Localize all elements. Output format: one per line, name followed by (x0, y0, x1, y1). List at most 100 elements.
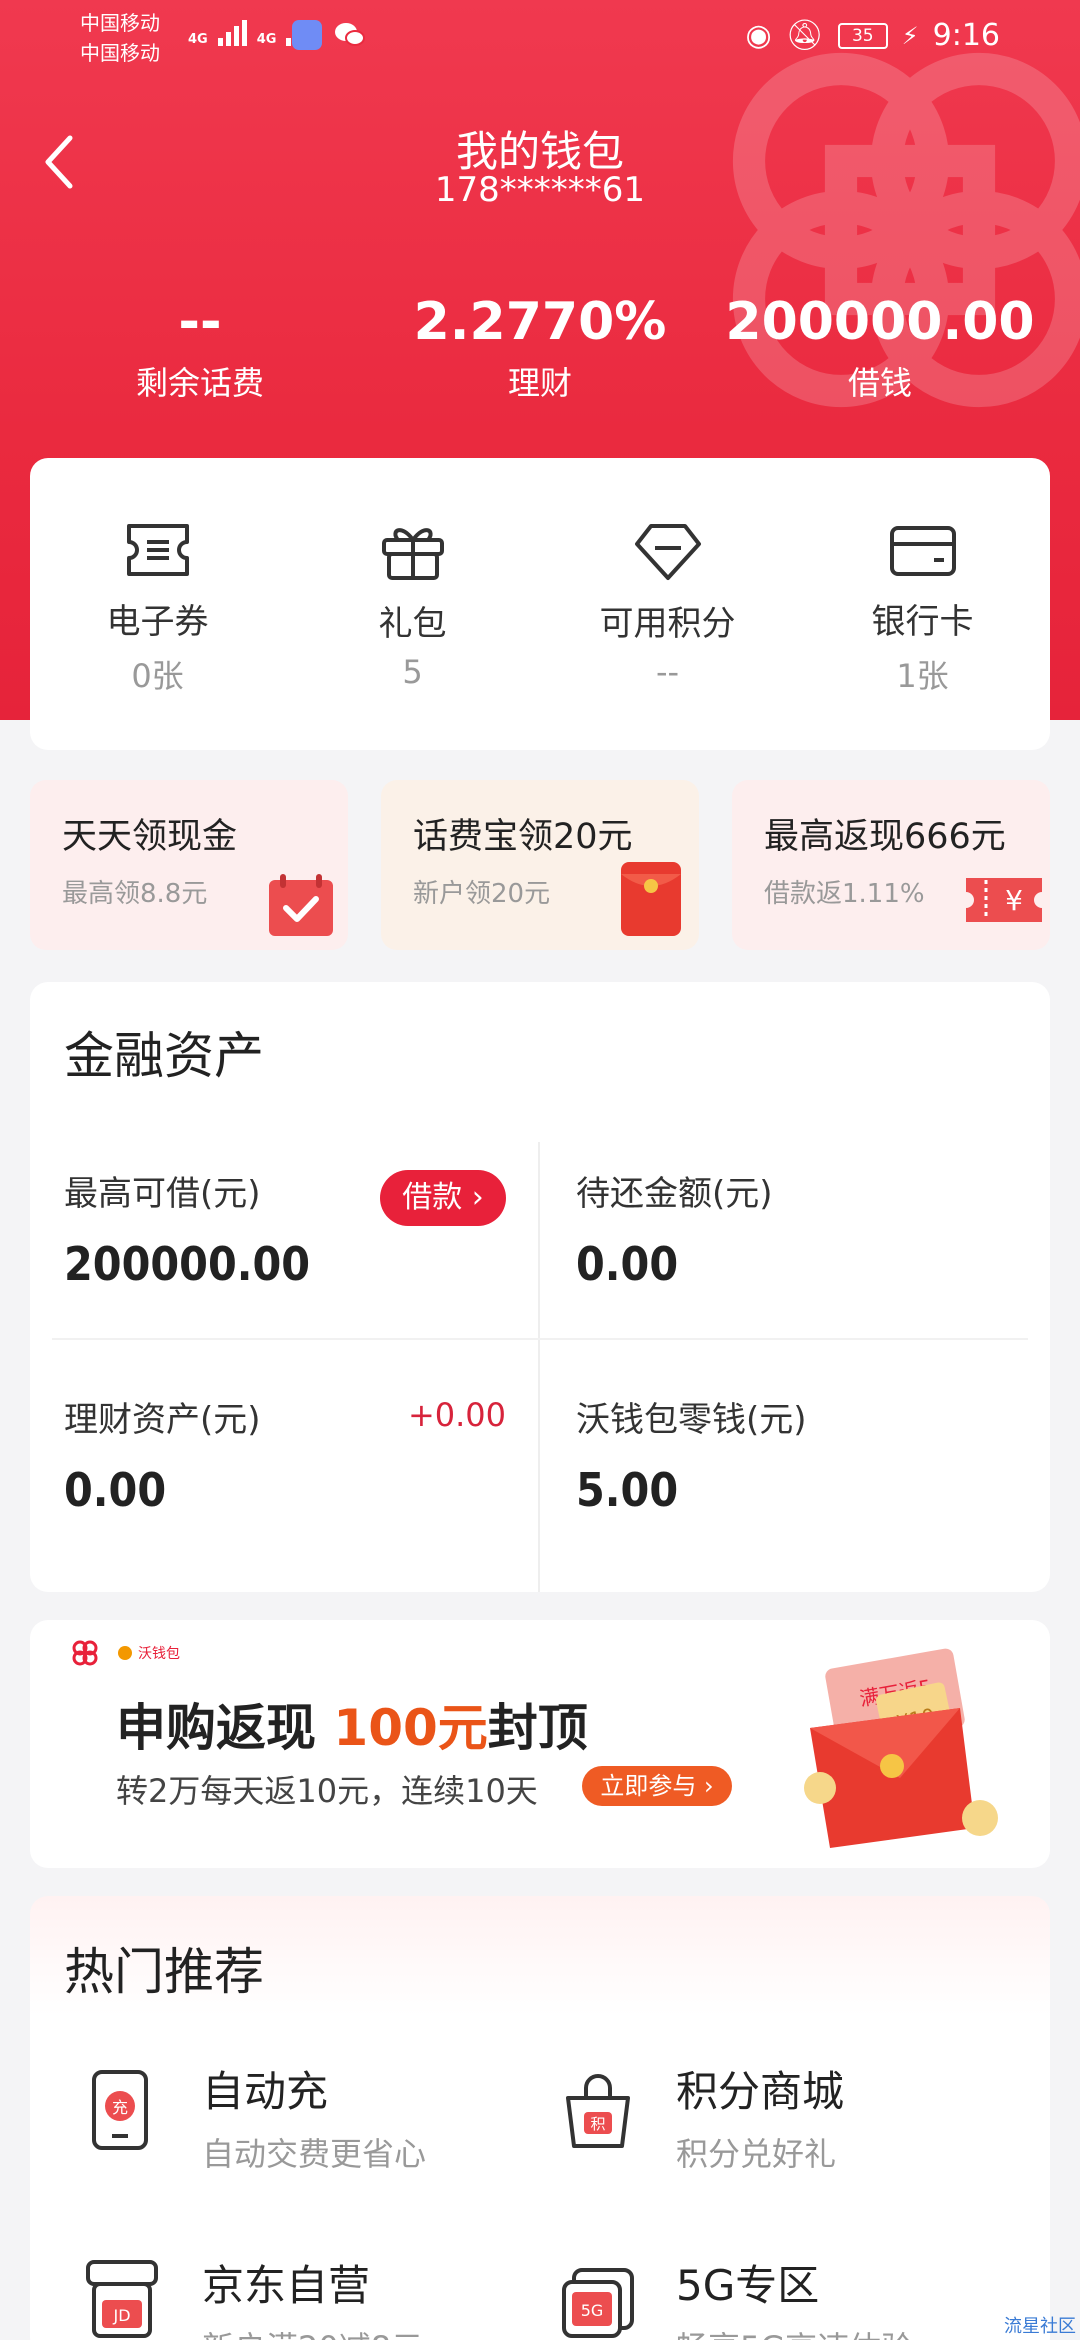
stat-label: 借钱 (847, 364, 912, 402)
hot-item-sub: 积分兑好礼 (676, 2135, 837, 2173)
hot-item-name: 5G专区 (676, 2261, 820, 2310)
divider (538, 1142, 540, 1592)
unicom-logo-icon (72, 1640, 98, 1666)
yen-ticket-icon: ¥ (966, 878, 1042, 922)
icon-badge: 充 (112, 2098, 128, 2117)
quick-item-points[interactable]: 可用积分 -- (540, 520, 795, 691)
red-envelope-icon (621, 862, 681, 936)
banner-title-highlight: 100元 (333, 1699, 488, 1757)
loan-button-label: 借款 (402, 1180, 463, 1215)
carrier-1: 中国移动 (80, 11, 160, 35)
hot-item-sub: 自动交费更省心 (202, 2135, 427, 2173)
clock: 9:16 (932, 18, 1000, 53)
calendar-check-icon (269, 874, 333, 936)
quick-item-value: 0张 (131, 657, 184, 695)
promo-cashback[interactable]: 最高返现666元 借款返1.11% ¥ (732, 780, 1050, 950)
fin-amount: 200000.00 (64, 1237, 311, 1291)
5g-icon: 5G (562, 2268, 634, 2338)
promo-title: 天天领现金 (62, 817, 238, 857)
stat-finance[interactable]: 2.2770% 理财 (370, 292, 710, 404)
join-now-label: 立即参与 (600, 1772, 697, 1800)
hot-item-text: 积分商城 积分兑好礼 (676, 2058, 844, 2175)
signal-bars-icon (217, 20, 247, 46)
banner-title: 申购返现 100元封顶 (116, 1688, 588, 1760)
chevron-right-icon: › (471, 1180, 484, 1215)
hot-item-text: 京东自营 新户满20减8元 (202, 2252, 423, 2340)
status-right: ◉ 🔕︎ 35 ⚡ 9:16 (745, 18, 1000, 53)
quick-item-coupons[interactable]: 电子券 0张 (30, 520, 285, 697)
promo-phone-treasure[interactable]: 话费宝领20元 新户领20元 (381, 780, 699, 950)
diamond-icon (634, 524, 701, 580)
watermark-text: 流星社区 (1004, 2316, 1076, 2337)
icon-badge: 积 (590, 2115, 605, 2133)
carrier-2: 中国移动 (80, 41, 160, 65)
wechat-icon (334, 20, 365, 50)
fin-amount: 5.00 (576, 1463, 679, 1517)
divider (52, 1338, 1028, 1340)
hot-item-jd[interactable]: JD 京东自营 新户满20减8元 (84, 2252, 504, 2340)
promo-title: 最高返现666元 (764, 817, 1006, 857)
promo-title: 话费宝领20元 (413, 817, 633, 857)
fin-cell-max-loan[interactable]: 最高可借(元) 200000.00 (64, 1166, 310, 1291)
stat-label: 剩余话费 (135, 364, 264, 402)
quick-item-bank-card[interactable]: 银行卡 1张 (795, 520, 1050, 697)
wealth-gain: +0.00 (407, 1396, 506, 1434)
auto-recharge-icon: 充 (92, 2070, 148, 2150)
section-title-hot: 热门推荐 (64, 1943, 264, 2001)
gift-icon (381, 528, 444, 580)
hot-item-text: 5G专区 畅享5G高速体验 (676, 2252, 913, 2340)
svg-text:¥: ¥ (1005, 884, 1023, 917)
quick-item-name: 可用积分 (599, 604, 736, 644)
promo-daily-cash[interactable]: 天天领现金 最高领8.8元 (30, 780, 348, 950)
hot-item-name: 自动充 (202, 2067, 329, 2116)
hot-item-sub: 新户满20减8元 (202, 2323, 423, 2340)
charging-icon: ⚡ (901, 21, 919, 50)
quick-item-value: 5 (402, 653, 423, 691)
stat-value: 200000.00 (725, 292, 1035, 352)
fin-label: 最高可借(元) (64, 1174, 261, 1214)
quick-item-value: -- (655, 653, 680, 691)
phone-number: 178******61 (434, 170, 646, 210)
hot-item-points-mall[interactable]: 积 积分商城 积分兑好礼 (560, 2058, 980, 2178)
mute-bell-icon: 🔕︎ (785, 18, 824, 53)
promo-banner[interactable]: 沃钱包 申购返现 100元封顶 转2万每天返10元，连续10天 立即参与 › 满… (30, 1620, 1050, 1868)
hot-item-sub: 畅享5G高速体验 (676, 2323, 913, 2340)
hot-item-auto-recharge[interactable]: 充 自动充 自动交费更省心 (84, 2058, 504, 2178)
banner-subtitle: 转2万每天返10元，连续10天 (116, 1772, 538, 1810)
icon-badge: JD (112, 2306, 130, 2325)
quick-item-value: 1张 (896, 657, 949, 695)
quick-item-gifts[interactable]: 礼包 5 (285, 520, 540, 691)
battery-icon: 35 (837, 22, 888, 49)
banner-brand-label: 沃钱包 (138, 1646, 180, 1662)
banner-title-part: 申购返现 (116, 1699, 334, 1757)
network-type-2: 4G (256, 32, 277, 47)
quick-item-name: 礼包 (378, 604, 447, 644)
fin-amount: 0.00 (576, 1237, 679, 1291)
stat-balance[interactable]: -- 剩余话费 (30, 292, 370, 404)
hot-item-text: 自动充 自动交费更省心 (202, 2058, 426, 2175)
loan-button[interactable]: 借款 › (380, 1170, 506, 1226)
join-now-button[interactable]: 立即参与 › (582, 1766, 732, 1806)
hot-item-5g[interactable]: 5G 5G专区 畅享5G高速体验 (560, 2252, 980, 2340)
banner-brand: 沃钱包 (52, 1638, 180, 1668)
status-bar: 中国移动 中国移动 4G 4G ◉ 🔕︎ 35 ⚡ 9:16 (0, 0, 1080, 70)
stat-loan[interactable]: 200000.00 借钱 (710, 292, 1050, 404)
points-bag-icon: 积 (566, 2074, 630, 2148)
music-app-icon (292, 20, 322, 50)
network-type-1: 4G (188, 32, 208, 47)
fin-amount: 0.00 (64, 1463, 167, 1517)
stat-label: 理财 (507, 364, 572, 402)
wallet-logo-icon (118, 1646, 132, 1660)
section-title-finance: 金融资产 (64, 1027, 264, 1085)
hot-item-name: 积分商城 (676, 2067, 845, 2116)
stat-value: -- (178, 292, 222, 352)
fin-cell-wealth[interactable]: 理财资产(元) 0.00 (64, 1392, 261, 1517)
hot-item-name: 京东自营 (202, 2261, 371, 2310)
fin-cell-to-repay[interactable]: 待还金额(元) 0.00 (576, 1166, 773, 1291)
fin-label: 待还金额(元) (576, 1174, 773, 1214)
fin-label: 沃钱包零钱(元) (576, 1400, 807, 1440)
fin-label: 理财资产(元) (64, 1400, 261, 1440)
fin-cell-change[interactable]: 沃钱包零钱(元) 5.00 (576, 1392, 807, 1517)
eye-icon: ◉ (745, 18, 772, 53)
carrier-labels: 中国移动 中国移动 (80, 8, 160, 68)
